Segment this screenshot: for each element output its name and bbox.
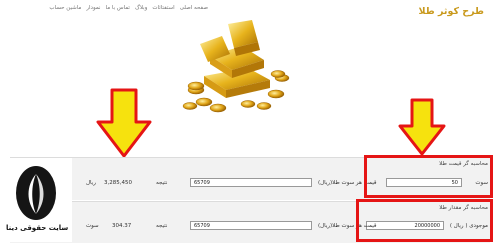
down-arrow-icon (398, 98, 446, 156)
logo-text: سایت حقوقی دینا (6, 224, 69, 232)
result-value-2: 304.37 (112, 223, 132, 229)
site-brand[interactable]: طرح کوثر طلا (419, 6, 484, 17)
nav-item-home[interactable]: صفحه اصلی (180, 5, 208, 11)
result-unit-2: سوت (86, 223, 99, 229)
result-label-2: نتیجه (156, 223, 168, 229)
price-input-2[interactable]: 65709 (190, 221, 312, 230)
nav-item-contact[interactable]: تماس با ما (106, 5, 130, 11)
top-nav: صفحه اصلی استفتائات وبلاگ تماس با ما نمو… (8, 5, 208, 11)
result-unit-1: ریال (86, 180, 96, 186)
nav-item-chart[interactable]: نمودار (86, 5, 100, 11)
nav-item-fatwas[interactable]: استفتائات (152, 5, 174, 11)
result-label-1: نتیجه (156, 180, 168, 186)
down-arrow-icon (96, 88, 152, 158)
nav-item-blog[interactable]: وبلاگ (135, 5, 147, 11)
price-input-1[interactable]: 65709 (190, 178, 312, 187)
dina-logo-icon (16, 166, 56, 220)
gold-bars-illustration (182, 20, 290, 113)
highlight-box-amount (356, 199, 493, 242)
highlight-box-price (364, 155, 493, 198)
nav-item-calculator[interactable]: ماشین حساب (49, 5, 81, 11)
result-value-1: 3,285,450 (104, 180, 132, 186)
